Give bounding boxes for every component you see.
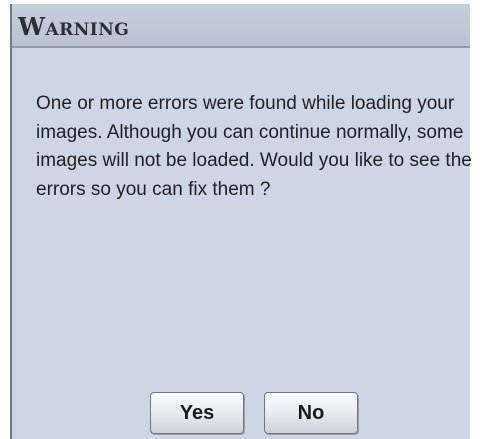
warning-dialog: Warning One or more errors were found wh… (10, 4, 472, 439)
dialog-title: Warning (18, 12, 130, 41)
dialog-message: One or more errors were found while load… (36, 93, 472, 200)
dialog-titlebar: Warning (12, 4, 470, 48)
yes-button[interactable]: Yes (150, 392, 244, 434)
no-button[interactable]: No (264, 392, 358, 434)
